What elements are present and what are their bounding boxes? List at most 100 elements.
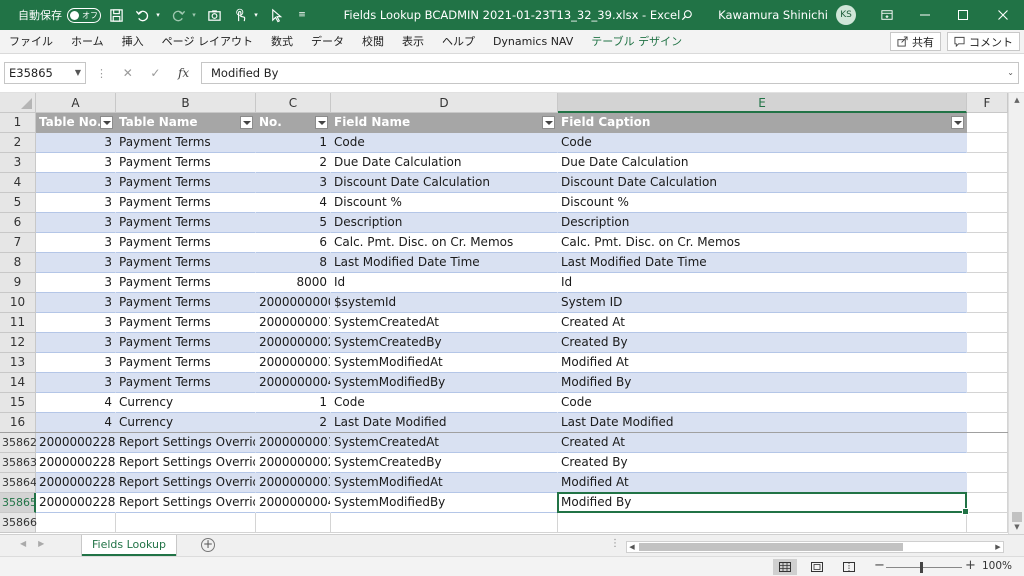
cell-c-14[interactable]: 2000000004 [256, 373, 331, 393]
scroll-right-icon[interactable]: ▶ [993, 542, 1003, 552]
cell-b-12[interactable]: Payment Terms [116, 333, 256, 353]
cell-e-35862[interactable]: Created At [558, 433, 967, 453]
cell-e-12[interactable]: Created By [558, 333, 967, 353]
cell-d-16[interactable]: Last Date Modified [331, 413, 558, 433]
undo-button[interactable] [131, 4, 153, 26]
cell-a-13[interactable]: 3 [36, 353, 116, 373]
cell-d-35862[interactable]: SystemCreatedAt [331, 433, 558, 453]
cell-a-4[interactable]: 3 [36, 173, 116, 193]
row-header[interactable]: 14 [0, 373, 36, 393]
filter-dropdown-icon[interactable] [100, 116, 113, 129]
filter-dropdown-icon[interactable] [542, 116, 555, 129]
cell-c-10[interactable]: 2000000000 [256, 293, 331, 313]
cell-f-35866[interactable] [967, 513, 1008, 533]
vertical-scroll-thumb[interactable] [1012, 512, 1022, 522]
add-sheet-icon[interactable]: + [201, 538, 215, 552]
cell-e-35865[interactable]: Modified By [558, 493, 967, 513]
cell-c-2[interactable]: 1 [256, 133, 331, 153]
cell-c-15[interactable]: 1 [256, 393, 331, 413]
cell-c-7[interactable]: 6 [256, 233, 331, 253]
cell-c-1[interactable]: No. [256, 113, 331, 133]
cell-e-10[interactable]: System ID [558, 293, 967, 313]
cell-a-35864[interactable]: 2000000228 [36, 473, 116, 493]
row-header[interactable]: 35862 [0, 433, 37, 453]
camera-button[interactable] [203, 4, 225, 26]
save-button[interactable] [105, 4, 127, 26]
cell-d-35866[interactable] [331, 513, 558, 533]
cell-b-14[interactable]: Payment Terms [116, 373, 256, 393]
cell-b-9[interactable]: Payment Terms [116, 273, 256, 293]
cell-b-15[interactable]: Currency [116, 393, 256, 413]
cell-d-35863[interactable]: SystemCreatedBy [331, 453, 558, 473]
row-header[interactable]: 5 [0, 193, 36, 213]
cell-f-35865[interactable] [967, 493, 1008, 513]
select-objects-button[interactable] [265, 4, 287, 26]
cell-d-5[interactable]: Discount % [331, 193, 558, 213]
cell-d-15[interactable]: Code [331, 393, 558, 413]
cell-d-7[interactable]: Calc. Pmt. Disc. on Cr. Memos [331, 233, 558, 253]
row-header[interactable]: 13 [0, 353, 36, 373]
row-header[interactable]: 4 [0, 173, 36, 193]
cell-e-35864[interactable]: Modified At [558, 473, 967, 493]
cell-f-13[interactable] [967, 353, 1008, 373]
cell-e-5[interactable]: Discount % [558, 193, 967, 213]
cell-b-5[interactable]: Payment Terms [116, 193, 256, 213]
cell-e-3[interactable]: Due Date Calculation [558, 153, 967, 173]
row-header[interactable]: 15 [0, 393, 36, 413]
cell-e-9[interactable]: Id [558, 273, 967, 293]
share-button[interactable]: 共有 [890, 32, 941, 51]
cell-b-16[interactable]: Currency [116, 413, 256, 433]
row-header[interactable]: 3 [0, 153, 36, 173]
cell-b-35866[interactable] [116, 513, 256, 533]
zoom-slider[interactable] [886, 567, 962, 568]
cell-f-35863[interactable] [967, 453, 1008, 473]
user-name[interactable]: Kawamura Shinichi [718, 8, 828, 22]
cell-e-1[interactable]: Field Caption [558, 113, 967, 133]
cell-b-2[interactable]: Payment Terms [116, 133, 256, 153]
cell-b-35862[interactable]: Report Settings Override [116, 433, 256, 453]
comments-button[interactable]: コメント [947, 32, 1020, 51]
cell-d-35865[interactable]: SystemModifiedBy [331, 493, 558, 513]
cell-d-11[interactable]: SystemCreatedAt [331, 313, 558, 333]
cell-e-13[interactable]: Modified At [558, 353, 967, 373]
cell-c-9[interactable]: 8000 [256, 273, 331, 293]
cell-b-35864[interactable]: Report Settings Override [116, 473, 256, 493]
cell-c-35866[interactable] [256, 513, 331, 533]
filter-dropdown-icon[interactable] [315, 116, 328, 129]
cell-e-11[interactable]: Created At [558, 313, 967, 333]
cell-d-6[interactable]: Description [331, 213, 558, 233]
column-header-a[interactable]: A [36, 93, 116, 113]
row-header[interactable]: 35865 [0, 493, 37, 513]
cell-e-2[interactable]: Code [558, 133, 967, 153]
cell-f-10[interactable] [967, 293, 1008, 313]
cell-a-35863[interactable]: 2000000228 [36, 453, 116, 473]
tab-2[interactable]: 挿入 [113, 30, 153, 54]
cell-f-1[interactable] [967, 113, 1008, 133]
cell-a-5[interactable]: 3 [36, 193, 116, 213]
maximize-button[interactable] [944, 0, 982, 30]
cell-a-16[interactable]: 4 [36, 413, 116, 433]
cell-a-3[interactable]: 3 [36, 153, 116, 173]
cell-c-3[interactable]: 2 [256, 153, 331, 173]
cell-e-14[interactable]: Modified By [558, 373, 967, 393]
cell-a-14[interactable]: 3 [36, 373, 116, 393]
cell-b-35865[interactable]: Report Settings Override [116, 493, 256, 513]
sheet-nav-arrows-icon[interactable]: ◀▶ [20, 539, 56, 548]
cell-d-13[interactable]: SystemModifiedAt [331, 353, 558, 373]
cell-c-4[interactable]: 3 [256, 173, 331, 193]
cell-b-13[interactable]: Payment Terms [116, 353, 256, 373]
cell-e-15[interactable]: Code [558, 393, 967, 413]
row-header[interactable]: 8 [0, 253, 36, 273]
horizontal-scrollbar[interactable]: ◀ ▶ [626, 541, 1004, 553]
minimize-button[interactable] [906, 0, 944, 30]
cell-c-13[interactable]: 2000000003 [256, 353, 331, 373]
cell-e-6[interactable]: Description [558, 213, 967, 233]
cancel-icon[interactable]: ✕ [123, 66, 133, 80]
cell-d-1[interactable]: Field Name [331, 113, 558, 133]
tab-8[interactable]: ヘルプ [433, 30, 484, 54]
zoom-in-icon[interactable]: + [965, 558, 976, 573]
tab-0[interactable]: ファイル [0, 30, 62, 54]
cell-d-3[interactable]: Due Date Calculation [331, 153, 558, 173]
cell-d-2[interactable]: Code [331, 133, 558, 153]
chevron-down-icon[interactable]: ▼ [75, 63, 81, 83]
